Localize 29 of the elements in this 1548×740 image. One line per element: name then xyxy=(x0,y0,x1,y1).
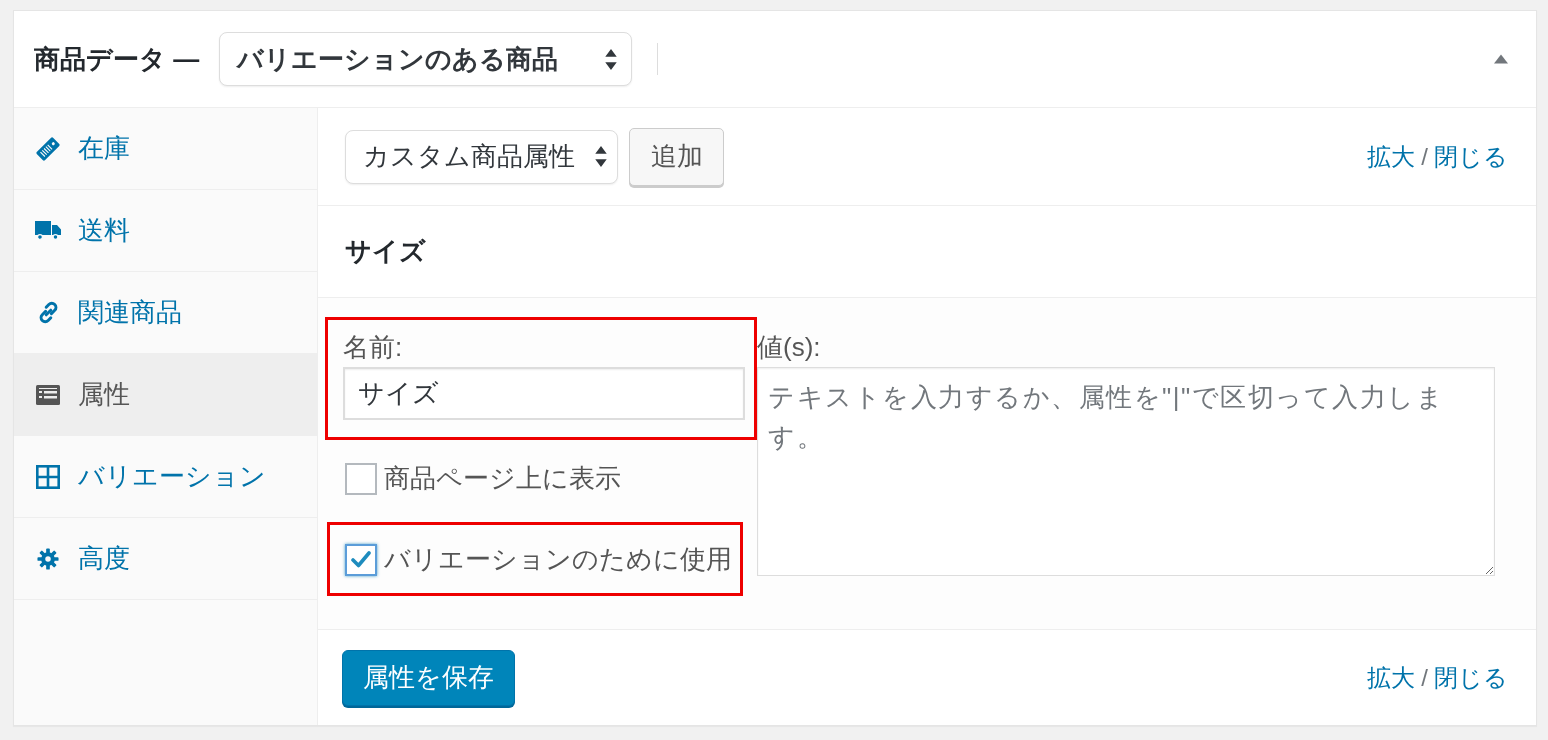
close-link[interactable]: 閉じる xyxy=(1434,138,1508,175)
save-attributes-button[interactable]: 属性を保存 xyxy=(342,649,515,706)
checkbox-label: バリエーションのために使用 xyxy=(384,543,732,576)
checkbox[interactable] xyxy=(345,543,377,576)
grid-icon xyxy=(36,464,60,489)
list-card-icon xyxy=(36,384,60,405)
attribute-select[interactable]: カスタム商品属性 xyxy=(345,129,618,184)
field-label: 値(s): xyxy=(757,331,821,364)
product-type-select[interactable]: バリエーションのある商品 xyxy=(219,32,633,86)
name-input[interactable]: サイズ xyxy=(343,367,745,420)
sidebar-tab[interactable]: 属性 xyxy=(14,354,317,436)
field-label: 名前: xyxy=(343,331,403,364)
checkbox[interactable] xyxy=(345,462,377,495)
expand-link[interactable]: 拡大 xyxy=(1367,659,1416,696)
checkmark-icon xyxy=(351,551,371,568)
sort-arrows-icon xyxy=(605,48,618,70)
close-link[interactable]: 閉じる xyxy=(1434,659,1508,696)
link-separator: / xyxy=(1421,662,1428,693)
sort-arrows-icon xyxy=(595,146,607,167)
expand-link[interactable]: 拡大 xyxy=(1367,138,1416,175)
gear-icon xyxy=(37,547,59,570)
triangle-up-icon[interactable] xyxy=(1494,54,1508,64)
attribute-title: サイズ xyxy=(345,235,426,268)
checkbox-label: 商品ページ上に表示 xyxy=(384,462,621,495)
truck-icon xyxy=(35,221,61,240)
add-button[interactable]: 追加 xyxy=(629,127,724,186)
values-textarea[interactable]: テキストを入力するか、属性を"|"で区切って入力します。 xyxy=(757,367,1495,576)
link-separator: / xyxy=(1421,141,1428,172)
panel-title: 商品データ — xyxy=(34,43,200,76)
